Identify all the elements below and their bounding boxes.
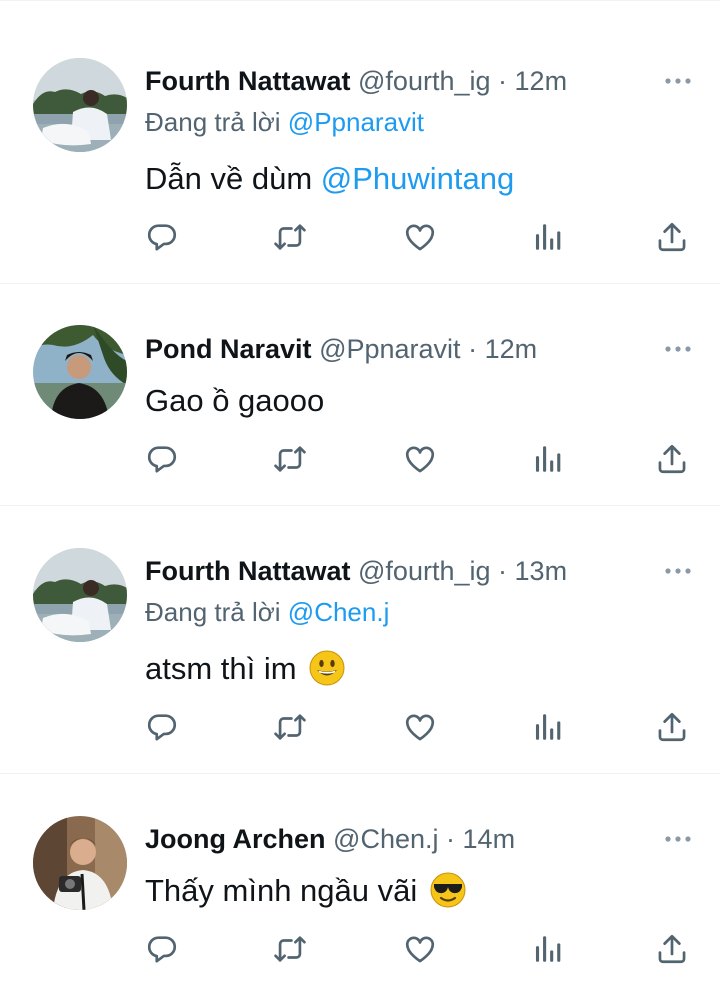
separator-dot: · bbox=[498, 556, 508, 586]
like-icon[interactable] bbox=[403, 710, 437, 744]
tweet[interactable]: Joong Archen @Chen.j · 14m Thấy mình ngầ… bbox=[0, 774, 720, 996]
action-bar bbox=[145, 220, 690, 254]
reply-icon[interactable] bbox=[145, 710, 179, 744]
sunglasses-face-emoji bbox=[430, 872, 466, 908]
views-icon[interactable] bbox=[531, 442, 565, 476]
like-icon[interactable] bbox=[403, 220, 437, 254]
tweet[interactable]: Fourth Nattawat @fourth_ig · 13m Đang tr… bbox=[0, 506, 720, 774]
separator-dot: · bbox=[446, 824, 456, 854]
retweet-icon[interactable] bbox=[273, 220, 307, 254]
reply-icon[interactable] bbox=[145, 220, 179, 254]
action-bar bbox=[145, 710, 690, 744]
tweet-text-content: Thấy mình ngầu vãi bbox=[145, 873, 418, 908]
tweet-text: Thấy mình ngầu vãi bbox=[145, 872, 466, 910]
tweet-header: Joong Archen @Chen.j · 14m bbox=[145, 822, 515, 856]
retweet-icon[interactable] bbox=[273, 442, 307, 476]
like-icon[interactable] bbox=[403, 442, 437, 476]
separator-dot: · bbox=[498, 66, 508, 96]
retweet-icon[interactable] bbox=[273, 932, 307, 966]
more-icon[interactable] bbox=[662, 829, 694, 849]
author-handle[interactable]: @fourth_ig bbox=[358, 66, 490, 96]
action-bar bbox=[145, 442, 690, 476]
tweet-text-content: Dẫn về dùm bbox=[145, 161, 313, 196]
retweet-icon[interactable] bbox=[273, 710, 307, 744]
reply-context: Đang trả lời @Chen.j bbox=[145, 596, 389, 628]
share-icon[interactable] bbox=[655, 710, 689, 744]
tweet-text: Gao ồ gaooo bbox=[145, 382, 324, 420]
share-icon[interactable] bbox=[655, 442, 689, 476]
avatar[interactable] bbox=[33, 58, 127, 152]
tweet-text-content: atsm thì im bbox=[145, 651, 297, 686]
mention-link[interactable]: @Phuwintang bbox=[321, 161, 514, 196]
author-name[interactable]: Pond Naravit bbox=[145, 334, 312, 364]
timestamp[interactable]: 12m bbox=[515, 66, 568, 96]
tweet[interactable]: Fourth Nattawat @fourth_ig · 12m Đang tr… bbox=[0, 0, 720, 284]
more-icon[interactable] bbox=[662, 561, 694, 581]
views-icon[interactable] bbox=[531, 220, 565, 254]
tweet-text: atsm thì im bbox=[145, 650, 345, 688]
like-icon[interactable] bbox=[403, 932, 437, 966]
more-icon[interactable] bbox=[662, 71, 694, 91]
tweet-header: Fourth Nattawat @fourth_ig · 13m bbox=[145, 554, 567, 588]
avatar[interactable] bbox=[33, 548, 127, 642]
share-icon[interactable] bbox=[655, 220, 689, 254]
reply-context: Đang trả lời @Ppnaravit bbox=[145, 106, 424, 138]
author-handle[interactable]: @Ppnaravit bbox=[319, 334, 460, 364]
reply-mention-link[interactable]: @Ppnaravit bbox=[288, 107, 424, 137]
author-name[interactable]: Joong Archen bbox=[145, 824, 326, 854]
reply-prefix: Đang trả lời bbox=[145, 597, 281, 627]
author-name[interactable]: Fourth Nattawat bbox=[145, 66, 351, 96]
reply-prefix: Đang trả lời bbox=[145, 107, 281, 137]
tweet[interactable]: Pond Naravit @Ppnaravit · 12m Gao ồ gaoo… bbox=[0, 284, 720, 506]
tweet-text: Dẫn về dùm @Phuwintang bbox=[145, 160, 514, 198]
share-icon[interactable] bbox=[655, 932, 689, 966]
tweet-text-content: Gao ồ gaooo bbox=[145, 383, 325, 418]
tweet-header: Fourth Nattawat @fourth_ig · 12m bbox=[145, 64, 567, 98]
timestamp[interactable]: 14m bbox=[463, 824, 516, 854]
reply-mention-link[interactable]: @Chen.j bbox=[288, 597, 390, 627]
author-name[interactable]: Fourth Nattawat bbox=[145, 556, 351, 586]
reply-icon[interactable] bbox=[145, 442, 179, 476]
avatar[interactable] bbox=[33, 816, 127, 910]
grinning-face-emoji bbox=[309, 650, 345, 686]
avatar[interactable] bbox=[33, 325, 127, 419]
author-handle[interactable]: @Chen.j bbox=[333, 824, 438, 854]
separator-dot: · bbox=[468, 334, 478, 364]
more-icon[interactable] bbox=[662, 339, 694, 359]
views-icon[interactable] bbox=[531, 710, 565, 744]
author-handle[interactable]: @fourth_ig bbox=[358, 556, 490, 586]
timestamp[interactable]: 13m bbox=[515, 556, 568, 586]
action-bar bbox=[145, 932, 690, 966]
reply-icon[interactable] bbox=[145, 932, 179, 966]
tweet-header: Pond Naravit @Ppnaravit · 12m bbox=[145, 332, 537, 366]
timestamp[interactable]: 12m bbox=[485, 334, 538, 364]
views-icon[interactable] bbox=[531, 932, 565, 966]
